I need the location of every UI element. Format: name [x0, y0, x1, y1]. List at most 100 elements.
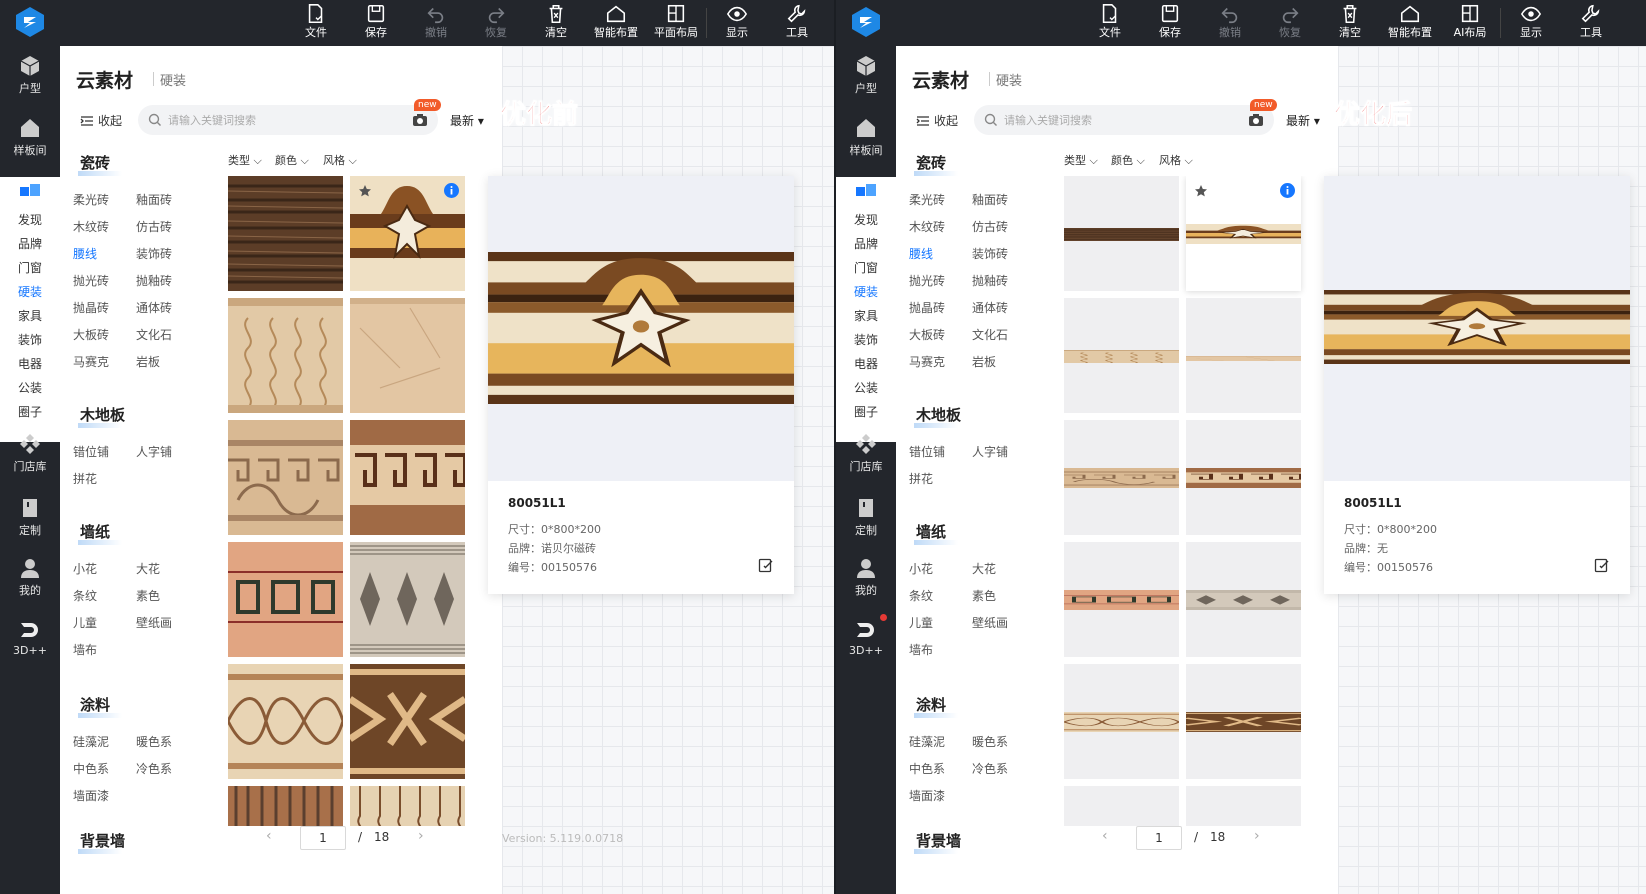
category-item[interactable]: 条纹	[73, 587, 97, 604]
category-item[interactable]: 壁纸画	[136, 614, 172, 631]
category-heading[interactable]: 木地板	[913, 404, 961, 428]
category-item[interactable]: 抛晶砖	[73, 299, 109, 316]
category-item[interactable]: 大花	[136, 560, 160, 577]
category-item[interactable]: 硅藻泥	[73, 733, 109, 750]
category-item[interactable]: 马赛克	[909, 353, 945, 370]
category-item[interactable]: 木纹砖	[909, 218, 945, 235]
category-item[interactable]: 抛光砖	[909, 272, 945, 289]
category-item[interactable]: 柔光砖	[909, 191, 945, 208]
category-item[interactable]: 壁纸画	[972, 614, 1008, 631]
material-tile[interactable]	[228, 664, 343, 779]
toolbar-button-redo[interactable]: 恢复	[466, 0, 526, 46]
material-tile[interactable]	[1064, 176, 1179, 291]
nav-yangbanjian[interactable]: 样板间	[0, 116, 60, 158]
category-item[interactable]: 釉面砖	[972, 191, 1008, 208]
toolbar-button-home[interactable]: 智能布置	[1380, 0, 1440, 46]
category-item[interactable]: 抛釉砖	[136, 272, 172, 289]
search-input[interactable]	[168, 113, 398, 127]
category-item[interactable]: 文化石	[972, 326, 1008, 343]
category-item[interactable]: 腰线	[73, 245, 97, 262]
category-item[interactable]: 中色系	[909, 760, 945, 777]
nav-mendianku[interactable]: 门店库	[0, 432, 60, 474]
nav-3d[interactable]: 3D++	[836, 618, 896, 657]
camera-icon[interactable]	[1248, 112, 1264, 128]
filter-dropdown[interactable]: 风格 ⌵	[323, 152, 357, 168]
category-item[interactable]: 素色	[136, 587, 160, 604]
material-tile[interactable]	[1064, 420, 1179, 535]
category-item[interactable]: 素色	[972, 587, 996, 604]
category-heading[interactable]: 瓷砖	[77, 152, 123, 176]
material-tile[interactable]	[1186, 176, 1301, 291]
next-page-button[interactable]: ›	[1254, 828, 1260, 844]
category-item[interactable]: 硅藻泥	[909, 733, 945, 750]
material-tile[interactable]	[350, 786, 465, 826]
category-item[interactable]: 装饰砖	[972, 245, 1008, 262]
material-tile[interactable]	[228, 420, 343, 535]
toolbar-button-wrench[interactable]: 工具	[1561, 0, 1621, 46]
app-logo-icon[interactable]	[850, 6, 882, 38]
material-tile[interactable]	[350, 664, 465, 779]
material-tile[interactable]	[350, 420, 465, 535]
collapse-button[interactable]: 收起	[916, 112, 958, 129]
category-item[interactable]: 抛釉砖	[972, 272, 1008, 289]
page-input[interactable]	[1136, 826, 1182, 850]
info-icon[interactable]	[444, 183, 459, 198]
nav-sub-item[interactable]: 电器	[836, 355, 896, 372]
nav-sub-item[interactable]: 家具	[0, 307, 60, 324]
nav-sub-item[interactable]: 公装	[0, 379, 60, 396]
category-item[interactable]: 儿童	[909, 614, 933, 631]
nav-sub-item[interactable]: 发现	[836, 211, 896, 228]
next-page-button[interactable]: ›	[418, 828, 424, 844]
search-box[interactable]	[974, 105, 1274, 135]
nav-mendianku[interactable]: 门店库	[836, 432, 896, 474]
category-item[interactable]: 抛晶砖	[909, 299, 945, 316]
edit-icon[interactable]	[758, 557, 774, 573]
category-item[interactable]: 大板砖	[73, 326, 109, 343]
search-box[interactable]	[138, 105, 438, 135]
category-item[interactable]: 墙布	[909, 641, 933, 658]
nav-sub-item[interactable]: 发现	[0, 211, 60, 228]
star-icon[interactable]	[358, 184, 372, 198]
category-item[interactable]: 拼花	[909, 470, 933, 487]
sort-dropdown[interactable]: 最新 ▾	[450, 112, 484, 129]
material-tile[interactable]	[1186, 420, 1301, 535]
nav-sub-item[interactable]: 品牌	[836, 235, 896, 252]
filter-dropdown[interactable]: 风格 ⌵	[1159, 152, 1193, 168]
category-item[interactable]: 马赛克	[73, 353, 109, 370]
category-item[interactable]: 人字铺	[972, 443, 1008, 460]
material-tile[interactable]	[1064, 298, 1179, 413]
category-item[interactable]: 人字铺	[136, 443, 172, 460]
nav-yangbanjian[interactable]: 样板间	[836, 116, 896, 158]
category-heading[interactable]: 墙纸	[77, 521, 123, 545]
category-item[interactable]: 墙面漆	[73, 787, 109, 804]
toolbar-button-file[interactable]: 文件	[1080, 0, 1140, 46]
nav-wode[interactable]: 我的	[0, 556, 60, 598]
prev-page-button[interactable]: ‹	[1102, 828, 1108, 844]
category-item[interactable]: 腰线	[909, 245, 933, 262]
nav-sub-item[interactable]: 电器	[0, 355, 60, 372]
prev-page-button[interactable]: ‹	[266, 828, 272, 844]
nav-huxing[interactable]: 户型	[836, 54, 896, 96]
material-tile[interactable]	[1064, 786, 1179, 826]
edit-icon[interactable]	[1594, 557, 1610, 573]
category-item[interactable]: 岩板	[972, 353, 996, 370]
filter-dropdown[interactable]: 颜色 ⌵	[275, 152, 309, 168]
nav-wode[interactable]: 我的	[836, 556, 896, 598]
category-item[interactable]: 冷色系	[136, 760, 172, 777]
material-tile[interactable]	[1186, 664, 1301, 779]
nav-sub-item[interactable]: 圈子	[0, 403, 60, 420]
category-item[interactable]: 通体砖	[972, 299, 1008, 316]
search-input[interactable]	[1004, 113, 1234, 127]
category-item[interactable]: 错位铺	[909, 443, 945, 460]
category-item[interactable]: 拼花	[73, 470, 97, 487]
filter-dropdown[interactable]: 颜色 ⌵	[1111, 152, 1145, 168]
nav-sub-item[interactable]: 硬装	[836, 283, 896, 300]
category-item[interactable]: 暖色系	[136, 733, 172, 750]
category-item[interactable]: 条纹	[909, 587, 933, 604]
category-item[interactable]: 中色系	[73, 760, 109, 777]
material-tile[interactable]	[1186, 786, 1301, 826]
material-tile[interactable]	[228, 298, 343, 413]
nav-sub-item[interactable]: 门窗	[0, 259, 60, 276]
nav-sub-item[interactable]: 公装	[836, 379, 896, 396]
category-heading[interactable]: 涂料	[913, 694, 959, 718]
